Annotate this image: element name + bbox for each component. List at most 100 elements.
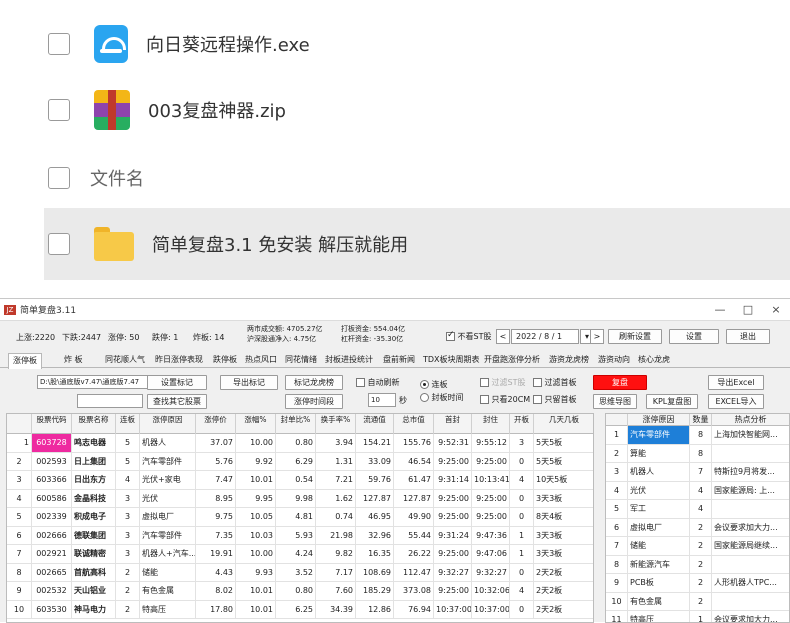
table-row[interactable]: 1 603728 鸣志电器 5 机器人 37.07 10.00 0.80 3.94 154.21 1… <box>7 434 593 453</box>
header-limit-price[interactable]: 涨停价 <box>196 414 236 434</box>
lianban-radio[interactable] <box>420 380 429 389</box>
tab-premarket-news[interactable]: 盘前新闻 <box>383 353 415 368</box>
close-button[interactable]: × <box>762 299 790 321</box>
reason-row[interactable]: 5 军工 4 <box>606 500 789 519</box>
reason-row[interactable]: 1 汽车零部件 8 上海加快智能网... <box>606 426 789 445</box>
auto-refresh-toggle[interactable]: 自动刷新 <box>356 377 400 388</box>
tab-limit-up[interactable]: 涨停板 <box>8 353 42 369</box>
side-header-hot-analysis[interactable]: 热点分析 <box>712 414 789 426</box>
tab-seal-stats[interactable]: 封板进投统计 <box>325 353 373 368</box>
tab-hot-money-trend[interactable]: 游资动向 <box>598 353 630 368</box>
limit-up-table[interactable]: 股票代码 股票名称 连板 涨停原因 涨停价 涨幅% 封单比% 换手率% 流通值 总市值 首封 封住 开板… <box>6 413 594 623</box>
reason-row[interactable]: 7 储能 2 国家能源局继续... <box>606 537 789 556</box>
interval-select[interactable]: 10 <box>368 393 396 407</box>
header-final-seal[interactable]: 封住 <box>472 414 510 434</box>
tab-core-dragon[interactable]: 核心龙虎 <box>638 353 670 368</box>
header-consecutive-boards[interactable]: 连板 <box>116 414 140 434</box>
table-row[interactable]: 7 002921 联诚精密 3 机器人+汽车... 19.91 10.00 4.24 9.82 1… <box>7 545 593 564</box>
filter-first-checkbox[interactable] <box>533 378 542 387</box>
header-market-cap[interactable]: 总市值 <box>394 414 434 434</box>
tab-sentiment[interactable]: 同花情绪 <box>285 353 317 368</box>
header-row-index[interactable] <box>7 414 32 434</box>
table-row[interactable]: 4 600586 金晶科技 3 光伏 8.95 9.95 9.98 1.62 127.87 127.… <box>7 489 593 508</box>
filter-st-checkbox[interactable] <box>480 378 489 387</box>
table-row[interactable]: 10 603530 神马电力 2 特高压 17.80 10.01 6.25 34.39 12.86… <box>7 600 593 619</box>
select-all-checkbox[interactable] <box>48 167 70 189</box>
tab-broken[interactable]: 炸 板 <box>64 353 83 368</box>
tab-yesterday-performance[interactable]: 昨日涨停表现 <box>155 353 203 368</box>
filter-st-toggle[interactable]: 过滤ST股 <box>480 377 526 388</box>
next-date-button[interactable]: > <box>590 329 604 344</box>
tab-hot-money-list[interactable]: 游资龙虎榜 <box>549 353 589 368</box>
maximize-button[interactable]: □ <box>734 299 762 321</box>
header-stock-code[interactable]: 股票代码 <box>32 414 72 434</box>
reason-row[interactable]: 9 PCB板 2 人形机器人TPC... <box>606 574 789 593</box>
only-20cm-checkbox[interactable] <box>480 395 489 404</box>
header-limit-reason[interactable]: 涨停原因 <box>140 414 196 434</box>
side-header-count[interactable]: 数量 <box>690 414 712 426</box>
table-row[interactable]: 3 603366 日出东方 4 光伏+家电 7.47 10.01 0.54 7.21 59.76 6… <box>7 471 593 490</box>
only-20cm-toggle[interactable]: 只看20CM <box>480 394 530 405</box>
auto-refresh-checkbox[interactable] <box>356 378 365 387</box>
find-other-stock-button[interactable]: 查找其它股票 <box>147 394 207 409</box>
settings-button[interactable]: 设置 <box>669 329 719 344</box>
reason-row[interactable]: 2 算能 8 <box>606 444 789 463</box>
tab-tdx-cycle[interactable]: TDX板块周期表 <box>423 353 480 368</box>
table-row[interactable]: 8 002665 首航高科 2 储能 4.43 9.93 3.52 7.17 108.69 112.… <box>7 563 593 582</box>
file-checkbox[interactable] <box>48 99 70 121</box>
side-header-reason[interactable]: 涨停原因 <box>628 414 690 426</box>
no-st-toggle[interactable]: 不看ST股 <box>446 330 492 342</box>
kpl-chart-button[interactable]: KPL复盘图 <box>646 394 698 409</box>
file-row-exe[interactable]: 向日葵远程操作.exe <box>44 22 790 66</box>
seal-time-option[interactable]: 封板时间 <box>420 392 464 403</box>
reason-row[interactable]: 4 光伏 4 国家能源局: 上... <box>606 481 789 500</box>
column-header-name[interactable]: 文件名 <box>90 165 144 191</box>
header-first-seal[interactable]: 首封 <box>434 414 472 434</box>
only-first-toggle[interactable]: 只留首板 <box>533 394 577 405</box>
folder-checkbox[interactable] <box>48 233 70 255</box>
minimize-button[interactable]: — <box>706 299 734 321</box>
header-seal-ratio[interactable]: 封单比% <box>276 414 316 434</box>
reason-row[interactable]: 8 新能源汽车 2 <box>606 555 789 574</box>
table-row[interactable]: 6 002666 德联集团 3 汽车零部件 7.35 10.03 5.93 21.98 32.96… <box>7 526 593 545</box>
lianban-option[interactable]: 连板 <box>420 379 448 390</box>
mindmap-button[interactable]: 思维导图 <box>593 394 637 409</box>
header-change-pct[interactable]: 涨幅% <box>236 414 276 434</box>
limit-time-button[interactable]: 涨停时间段 <box>285 394 343 409</box>
tab-opening-analysis[interactable]: 开盘跑涨停分析 <box>484 353 540 368</box>
import-excel-button[interactable]: EXCEL导入 <box>708 394 764 409</box>
table-row[interactable]: 2 002593 日上集团 5 汽车零部件 5.76 9.92 6.29 1.31 33.09 46… <box>7 452 593 471</box>
header-float-value[interactable]: 流通值 <box>356 414 394 434</box>
header-stock-name[interactable]: 股票名称 <box>72 414 116 434</box>
stock-search-input[interactable] <box>77 394 143 408</box>
reason-table[interactable]: 涨停原因 数量 热点分析 1 汽车零部件 8 上海加快智能网... 2 算能 8 3 机器人 7 特斯拉… <box>605 413 790 623</box>
fupan-button[interactable]: 复盘 <box>593 375 647 390</box>
only-first-checkbox[interactable] <box>533 395 542 404</box>
reason-row[interactable]: 3 机器人 7 特斯拉9月将发... <box>606 463 789 482</box>
tag-dragon-tiger-button[interactable]: 标记龙虎榜 <box>285 375 343 390</box>
refresh-settings-button[interactable]: 刷新设置 <box>608 329 662 344</box>
side-header-row-index[interactable] <box>606 414 628 426</box>
prev-date-button[interactable]: < <box>496 329 510 344</box>
tab-ths-popularity[interactable]: 同花顺人气 <box>105 353 145 368</box>
header-turnover-rate[interactable]: 换手率% <box>316 414 356 434</box>
date-picker[interactable]: 2022 / 8 / 1 <box>511 329 579 344</box>
tab-hot-topics[interactable]: 热点风口 <box>245 353 277 368</box>
reason-row[interactable]: 10 有色金属 2 <box>606 592 789 611</box>
folder-row[interactable]: 简单复盘3.1 免安装 解压就能用 <box>44 208 790 280</box>
file-checkbox[interactable] <box>48 33 70 55</box>
filter-first-toggle[interactable]: 过滤首板 <box>533 377 577 388</box>
set-tag-button[interactable]: 设置标记 <box>147 375 207 390</box>
reason-row[interactable]: 6 虚拟电厂 2 会议要求加大力... <box>606 518 789 537</box>
file-row-zip[interactable]: 003复盘神器.zip <box>44 88 790 132</box>
header-open-count[interactable]: 开板 <box>510 414 534 434</box>
no-st-checkbox[interactable] <box>446 330 455 341</box>
tab-limit-down[interactable]: 跌停板 <box>213 353 237 368</box>
export-tag-button[interactable]: 导出标记 <box>220 375 278 390</box>
export-excel-button[interactable]: 导出Excel <box>708 375 764 390</box>
header-days-boards[interactable]: 几天几板 <box>534 414 593 434</box>
table-row[interactable]: 9 002532 天山铝业 2 有色金属 8.02 10.01 0.80 7.60 185.29 3… <box>7 582 593 601</box>
table-row[interactable]: 5 002339 积成电子 3 虚拟电厂 9.75 10.05 4.81 0.74 46.95 49… <box>7 508 593 527</box>
reason-row[interactable]: 11 特高压 1 会议要求加大力... <box>606 611 789 622</box>
seal-time-radio[interactable] <box>420 393 429 402</box>
